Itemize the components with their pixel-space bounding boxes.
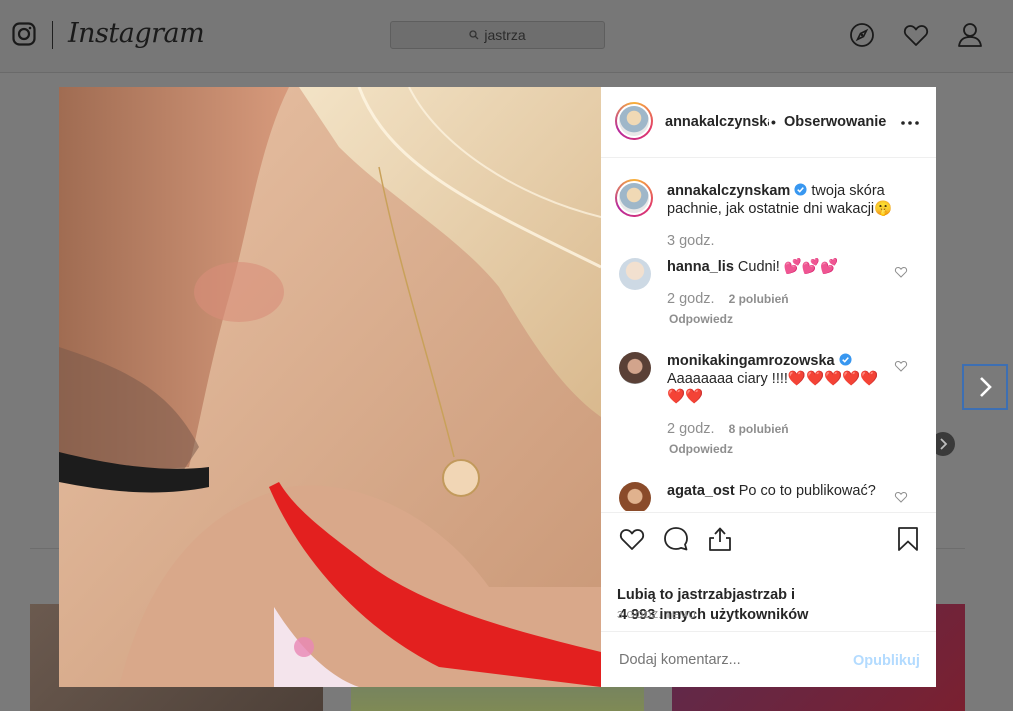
verified-badge-icon	[839, 353, 852, 366]
verified-badge-icon	[794, 183, 807, 196]
post-header: annakalczynska • Obserwowanie	[601, 87, 936, 158]
comment-item: monikakingamrozowska Aaaaaaaa ciary !!!!…	[667, 352, 887, 406]
comment-text: Aaaaaaaa ciary !!!!❤️❤️❤️❤️❤️❤️❤️	[667, 371, 879, 405]
like-heart-icon[interactable]	[618, 525, 646, 553]
comment-icon[interactable]	[662, 525, 690, 553]
post-image	[59, 87, 601, 687]
profile-icon[interactable]	[956, 21, 984, 49]
comment-item: hanna_lis Cudni! 💕💕💕	[667, 258, 887, 276]
comment-avatar[interactable]	[619, 482, 651, 511]
caption-username[interactable]: annakalczynskam	[667, 183, 790, 199]
comment-username[interactable]: agata_ost	[667, 483, 735, 499]
comment-meta: 2 godz. 8 polubień	[667, 421, 789, 437]
instagram-logo-icon[interactable]	[12, 22, 36, 46]
post-photo[interactable]	[59, 87, 601, 687]
search-value: jastrza	[484, 27, 526, 43]
search-icon	[469, 30, 479, 40]
comment-username[interactable]: monikakingamrozowska	[667, 353, 835, 369]
comment-avatar[interactable]	[619, 352, 651, 384]
comment-likes-count[interactable]: 2 polubień	[729, 292, 789, 306]
share-icon[interactable]	[706, 525, 734, 553]
post-details-panel: annakalczynska • Obserwowanie annakalczy…	[601, 87, 936, 687]
comment-meta: 2 godz. 2 polubień	[667, 291, 789, 307]
comment-avatar[interactable]	[619, 258, 651, 290]
save-bookmark-icon[interactable]	[894, 525, 922, 553]
explore-compass-icon[interactable]	[848, 21, 876, 49]
logo-divider	[52, 21, 53, 49]
likes-summary[interactable]: Lubią to jastrzabjastrzab i	[617, 585, 795, 605]
separator-dot: •	[771, 114, 776, 130]
search-input[interactable]: jastrza	[390, 21, 605, 49]
more-options-icon[interactable]	[900, 113, 920, 133]
comment-text: Cudni! 💕💕💕	[737, 259, 839, 275]
next-post-button[interactable]	[962, 364, 1008, 410]
publish-button[interactable]: Opublikuj	[853, 653, 920, 669]
post-timestamp[interactable]: 3 GODZ. TEMU	[617, 609, 696, 621]
comment-username[interactable]: hanna_lis	[667, 259, 734, 275]
caption-meta: 3 godz.	[667, 233, 715, 249]
comment-like-heart-icon[interactable]	[894, 359, 908, 373]
comment-time[interactable]: 2 godz.	[667, 421, 715, 437]
top-nav: Instagram jastrza	[0, 0, 1013, 73]
comment-like-heart-icon[interactable]	[894, 490, 908, 504]
comment-like-heart-icon[interactable]	[894, 265, 908, 279]
add-comment-bar: Opublikuj	[601, 631, 936, 687]
instagram-wordmark[interactable]: Instagram	[68, 18, 205, 49]
following-button[interactable]: Obserwowanie	[784, 114, 886, 130]
comments-list[interactable]: annakalczynskam twoja skóra pachnie, jak…	[601, 159, 936, 511]
chevron-right-icon	[980, 377, 992, 397]
author-username[interactable]: annakalczynska	[665, 114, 769, 130]
comment-time[interactable]: 2 godz.	[667, 291, 715, 307]
reply-button[interactable]: Odpowiedz	[669, 312, 733, 326]
add-comment-input[interactable]	[619, 652, 839, 668]
caption-time[interactable]: 3 godz.	[667, 233, 715, 249]
author-avatar[interactable]	[615, 102, 653, 140]
caption-avatar[interactable]	[615, 179, 653, 217]
comment-likes-count[interactable]: 8 polubień	[729, 422, 789, 436]
comment-text: Po co to publikować?	[738, 483, 876, 499]
reply-button[interactable]: Odpowiedz	[669, 442, 733, 456]
chevron-right-icon	[940, 438, 948, 450]
comment-item: agata_ost Po co to publikować?	[667, 482, 887, 500]
caption: annakalczynskam twoja skóra pachnie, jak…	[667, 182, 917, 218]
activity-heart-icon[interactable]	[902, 21, 930, 49]
